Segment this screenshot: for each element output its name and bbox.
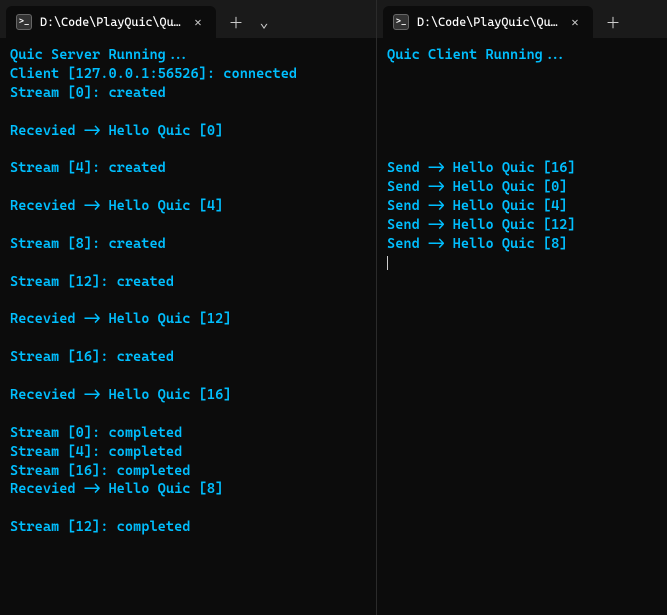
terminal-line: Stream [0]: completed: [10, 424, 366, 443]
terminal-line: Recevied -> Hello Quic [12]: [10, 310, 366, 329]
new-tab-button[interactable]: ＋: [228, 14, 244, 30]
terminal-line: Send -> Hello Quic [16]: [387, 159, 657, 178]
terminal-output-client[interactable]: Quic Client Running... Send -> Hello Quic…: [377, 38, 667, 615]
terminal-line: [387, 65, 657, 84]
terminal-line: Send -> Hello Quic [8]: [387, 235, 657, 254]
terminal-line: Stream [0]: created: [10, 84, 366, 103]
terminal-line: Stream [16]: created: [10, 348, 366, 367]
tab-title: D:\Code\PlayQuic\QuicClient\: [417, 15, 559, 29]
terminal-line: Quic Client Running...: [387, 46, 657, 65]
terminal-line: Send -> Hello Quic [4]: [387, 197, 657, 216]
tab-title: D:\Code\PlayQuic\QuicServer: [40, 15, 182, 29]
terminal-icon: >_: [16, 14, 32, 30]
close-icon[interactable]: ✕: [190, 14, 206, 30]
terminal-line: [387, 140, 657, 159]
terminal-line: Recevied -> Hello Quic [16]: [10, 386, 366, 405]
terminal-line: Recevied -> Hello Quic [0]: [10, 122, 366, 141]
terminal-line: [10, 405, 366, 424]
tab-dropdown-button[interactable]: ⌄: [256, 14, 272, 30]
terminal-pane-left: >_ D:\Code\PlayQuic\QuicServer ✕ ＋ ⌄ Qui…: [0, 0, 377, 615]
terminal-line: Send -> Hello Quic [0]: [387, 178, 657, 197]
terminal-line: Quic Server Running...: [10, 46, 366, 65]
terminal-line: [387, 103, 657, 122]
terminal-line: Stream [4]: completed: [10, 443, 366, 462]
terminal-line: [10, 499, 366, 518]
terminal-icon: >_: [393, 14, 409, 30]
terminal-line: [10, 216, 366, 235]
terminal-line: Recevied -> Hello Quic [8]: [10, 480, 366, 499]
terminal-line: [10, 254, 366, 273]
terminal-output-server[interactable]: Quic Server Running...Client [127.0.0.1:…: [0, 38, 376, 615]
terminal-line: [10, 329, 366, 348]
terminal-line: Stream [8]: created: [10, 235, 366, 254]
terminal-line: [10, 140, 366, 159]
tab-actions: ＋ ⌄: [216, 6, 284, 38]
tab-client[interactable]: >_ D:\Code\PlayQuic\QuicClient\ ✕: [383, 6, 593, 38]
close-icon[interactable]: ✕: [567, 14, 583, 30]
terminal-line: Stream [12]: created: [10, 273, 366, 292]
tab-server[interactable]: >_ D:\Code\PlayQuic\QuicServer ✕: [6, 6, 216, 38]
terminal-line: Stream [16]: completed: [10, 462, 366, 481]
terminal-pane-right: >_ D:\Code\PlayQuic\QuicClient\ ✕ ＋ Quic…: [377, 0, 667, 615]
tab-bar-right: >_ D:\Code\PlayQuic\QuicClient\ ✕ ＋: [377, 0, 667, 38]
new-tab-button[interactable]: ＋: [605, 14, 621, 30]
terminal-cursor-line: [387, 254, 657, 273]
terminal-line: Stream [4]: created: [10, 159, 366, 178]
terminal-line: [10, 103, 366, 122]
terminal-line: [387, 84, 657, 103]
cursor: [387, 256, 388, 270]
terminal-line: [10, 367, 366, 386]
tab-bar-left: >_ D:\Code\PlayQuic\QuicServer ✕ ＋ ⌄: [0, 0, 376, 38]
terminal-line: [387, 122, 657, 141]
terminal-line: Recevied -> Hello Quic [4]: [10, 197, 366, 216]
terminal-line: [10, 292, 366, 311]
terminal-line: [10, 178, 366, 197]
tab-actions: ＋: [593, 6, 633, 38]
terminal-line: Client [127.0.0.1:56526]: connected: [10, 65, 366, 84]
terminal-line: Send -> Hello Quic [12]: [387, 216, 657, 235]
terminal-line: Stream [12]: completed: [10, 518, 366, 537]
